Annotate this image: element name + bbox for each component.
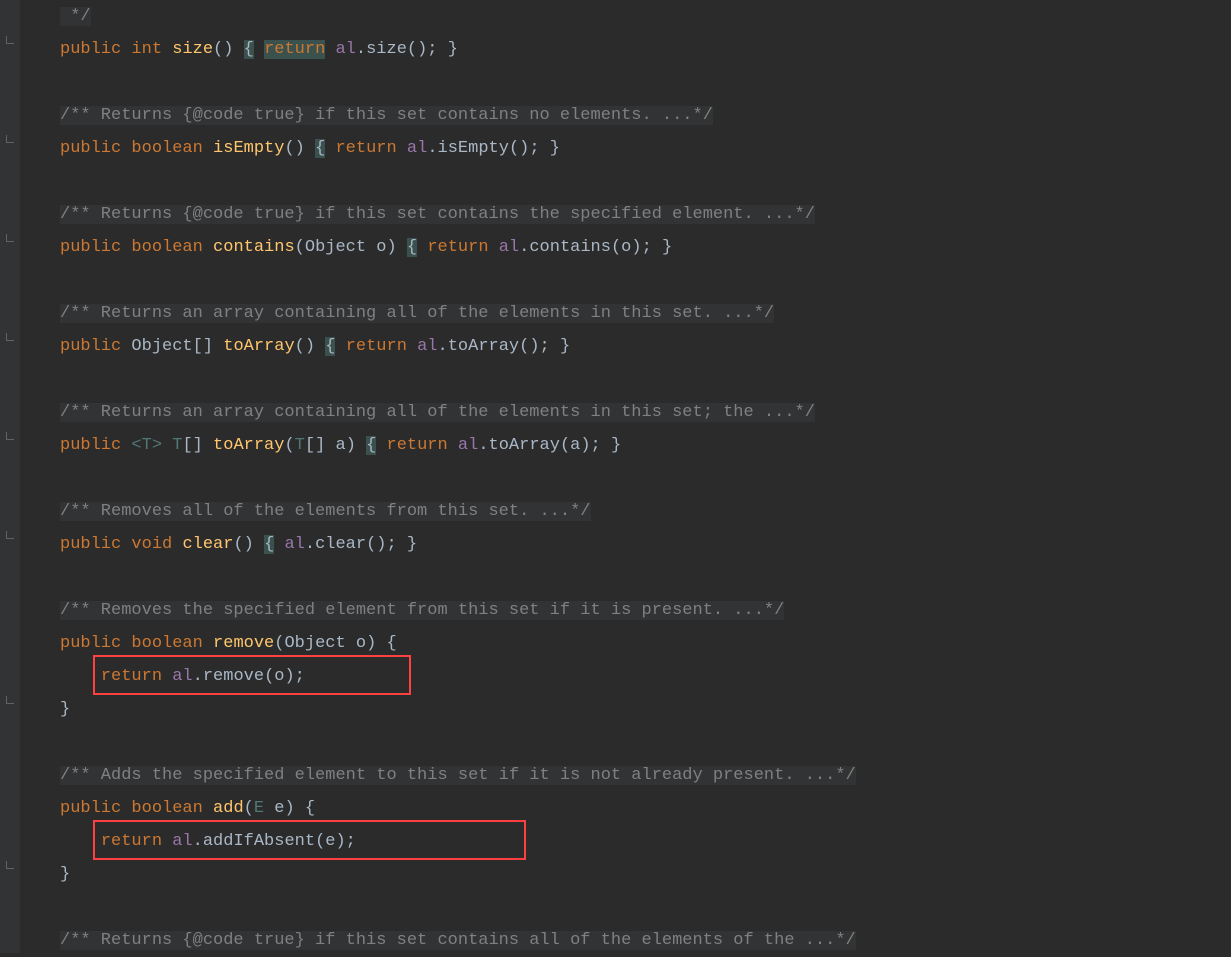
blank-line[interactable]	[60, 66, 1231, 99]
code-line[interactable]: /** Removes the specified element from t…	[60, 594, 1231, 627]
fold-mark-icon[interactable]	[6, 333, 14, 341]
code-line[interactable]: return al.addIfAbsent(e);	[60, 825, 1231, 858]
method-contains: contains	[213, 238, 295, 257]
code-line[interactable]: public boolean add(E e) {	[60, 792, 1231, 825]
code-editor[interactable]: */ public int size() { return al.size();…	[60, 0, 1231, 957]
kw-public: public	[60, 40, 121, 59]
method-isEmpty: isEmpty	[213, 139, 284, 158]
comment-end: */	[60, 7, 91, 26]
code-line[interactable]: public <T> T[] toArray(T[] a) { return a…	[60, 429, 1231, 462]
kw-return: return	[264, 40, 325, 59]
code-line[interactable]: /** Removes all of the elements from thi…	[60, 495, 1231, 528]
code-line[interactable]: /** Returns {@code true} if this set con…	[60, 99, 1231, 132]
method-toArray: toArray	[223, 337, 294, 356]
fold-mark-icon[interactable]	[6, 432, 14, 440]
code-line[interactable]: /** Returns {@code true} if this set con…	[60, 198, 1231, 231]
javadoc-comment: /** Returns {@code true} if this set con…	[60, 205, 815, 224]
method-size: size	[172, 40, 213, 59]
javadoc-comment: /** Returns an array containing all of t…	[60, 403, 815, 422]
fold-mark-icon[interactable]	[6, 531, 14, 539]
code-line[interactable]: return al.remove(o);	[60, 660, 1231, 693]
code-line[interactable]: }	[60, 858, 1231, 891]
kw-int: int	[131, 40, 162, 59]
generic-T: <T>	[131, 436, 162, 455]
blank-line[interactable]	[60, 264, 1231, 297]
code-line[interactable]: public boolean remove(Object o) {	[60, 627, 1231, 660]
method-remove: remove	[213, 634, 274, 653]
blank-line[interactable]	[60, 462, 1231, 495]
blank-line[interactable]	[60, 891, 1231, 924]
code-line[interactable]: public boolean contains(Object o) { retu…	[60, 231, 1231, 264]
fold-mark-icon[interactable]	[6, 135, 14, 143]
code-line[interactable]: public boolean isEmpty() { return al.isE…	[60, 132, 1231, 165]
javadoc-comment: /** Returns an array containing all of t…	[60, 304, 774, 323]
method-clear: clear	[182, 535, 233, 554]
field-al: al	[335, 40, 355, 59]
open-brace: {	[244, 40, 254, 59]
blank-line[interactable]	[60, 561, 1231, 594]
javadoc-comment: /** Removes the specified element from t…	[60, 601, 784, 620]
fold-mark-icon[interactable]	[6, 234, 14, 242]
code-line[interactable]: */	[60, 0, 1231, 33]
code-line[interactable]: public void clear() { al.clear(); }	[60, 528, 1231, 561]
code-line[interactable]: /** Returns {@code true} if this set con…	[60, 924, 1231, 957]
fold-mark-icon[interactable]	[6, 36, 14, 44]
blank-line[interactable]	[60, 363, 1231, 396]
code-line[interactable]: /** Adds the specified element to this s…	[60, 759, 1231, 792]
method-toArray-T: toArray	[213, 436, 284, 455]
code-line[interactable]: /** Returns an array containing all of t…	[60, 297, 1231, 330]
javadoc-comment: /** Returns {@code true} if this set con…	[60, 106, 713, 125]
blank-line[interactable]	[60, 726, 1231, 759]
fold-mark-icon[interactable]	[6, 861, 14, 869]
code-line[interactable]: public Object[] toArray() { return al.to…	[60, 330, 1231, 363]
code-line[interactable]: }	[60, 693, 1231, 726]
code-line[interactable]: /** Returns an array containing all of t…	[60, 396, 1231, 429]
code-line[interactable]: public int size() { return al.size(); }	[60, 33, 1231, 66]
javadoc-comment: /** Adds the specified element to this s…	[60, 766, 856, 785]
fold-mark-icon[interactable]	[6, 696, 14, 704]
blank-line[interactable]	[60, 165, 1231, 198]
call-size: size	[366, 40, 407, 59]
method-add: add	[213, 799, 244, 818]
javadoc-comment: /** Returns {@code true} if this set con…	[60, 931, 856, 950]
javadoc-comment: /** Removes all of the elements from thi…	[60, 502, 591, 521]
